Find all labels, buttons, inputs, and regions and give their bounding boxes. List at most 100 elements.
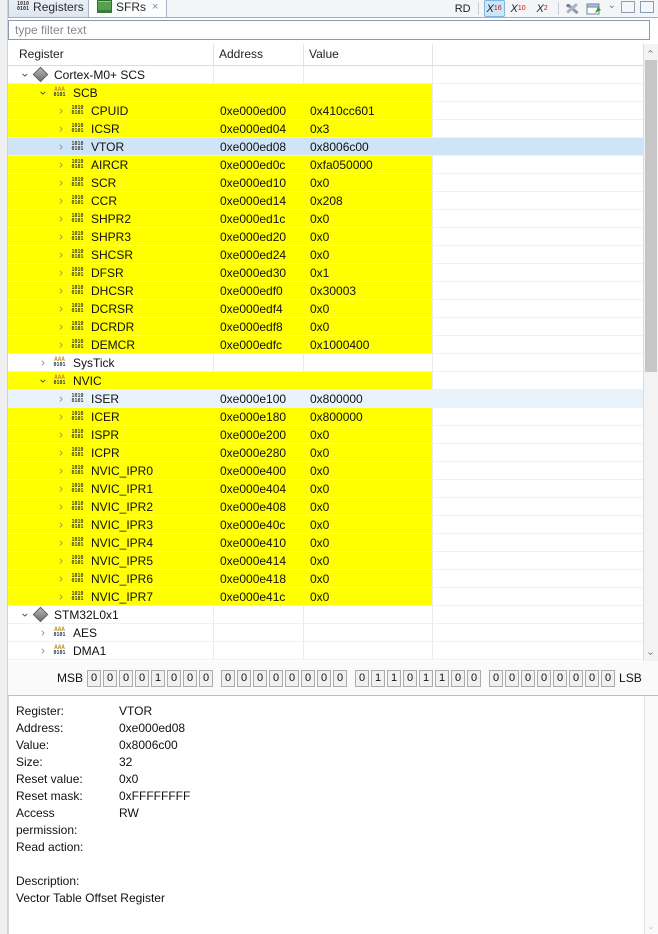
- bit-toggle[interactable]: 0: [317, 669, 332, 687]
- bit-toggle[interactable]: 0: [135, 669, 150, 687]
- table-row[interactable]: › 1010 0101 NVIC_IPR5 0xe000e414 0x0: [8, 552, 658, 570]
- bit-toggle[interactable]: 0: [87, 669, 102, 687]
- chevron-collapsed-icon[interactable]: ›: [53, 122, 68, 135]
- chevron-collapsed-icon[interactable]: ›: [53, 428, 68, 441]
- column-header-register[interactable]: Register: [19, 47, 64, 61]
- chevron-collapsed-icon[interactable]: ›: [53, 410, 68, 423]
- bit-toggle[interactable]: 0: [167, 669, 182, 687]
- chevron-collapsed-icon[interactable]: ›: [53, 194, 68, 207]
- table-row[interactable]: › 1010 0101 SHPR3 0xe000ed20 0x0: [8, 228, 658, 246]
- chevron-collapsed-icon[interactable]: ›: [53, 158, 68, 171]
- column-divider[interactable]: [213, 44, 214, 65]
- chevron-collapsed-icon[interactable]: ›: [35, 644, 50, 657]
- table-row[interactable]: › AAA 0101 SCB: [8, 84, 658, 102]
- chevron-collapsed-icon[interactable]: ›: [53, 392, 68, 405]
- chevron-collapsed-icon[interactable]: ›: [53, 518, 68, 531]
- bit-toggle[interactable]: 0: [521, 669, 536, 687]
- left-sash[interactable]: [0, 0, 8, 934]
- table-row[interactable]: › 1010 0101 DCRDR 0xe000edf8 0x0: [8, 318, 658, 336]
- column-divider[interactable]: [303, 44, 304, 65]
- bit-toggle[interactable]: 0: [403, 669, 418, 687]
- table-row[interactable]: › 1010 0101 NVIC_IPR0 0xe000e400 0x0: [8, 462, 658, 480]
- chevron-collapsed-icon[interactable]: ›: [53, 212, 68, 225]
- chevron-collapsed-icon[interactable]: ›: [53, 554, 68, 567]
- table-row[interactable]: › 1010 0101 DHCSR 0xe000edf0 0x30003: [8, 282, 658, 300]
- chevron-collapsed-icon[interactable]: ›: [53, 176, 68, 189]
- table-row[interactable]: › 1010 0101 DEMCR 0xe000edfc 0x1000400: [8, 336, 658, 354]
- tab-sfrs[interactable]: SFRs ×: [88, 0, 168, 17]
- table-row[interactable]: › AAA 0101 DMA1: [8, 642, 658, 660]
- table-row[interactable]: › 1010 0101 NVIC_IPR6 0xe000e418 0x0: [8, 570, 658, 588]
- bit-toggle[interactable]: 1: [419, 669, 434, 687]
- table-row[interactable]: › 1010 0101 ICPR 0xe000e280 0x0: [8, 444, 658, 462]
- bit-toggle[interactable]: 0: [285, 669, 300, 687]
- chevron-collapsed-icon[interactable]: ›: [53, 302, 68, 315]
- bit-toggle[interactable]: 0: [237, 669, 252, 687]
- chevron-expanded-icon[interactable]: ›: [36, 85, 49, 100]
- chevron-expanded-icon[interactable]: ›: [18, 607, 31, 622]
- bit-toggle[interactable]: 0: [585, 669, 600, 687]
- export-icon[interactable]: [586, 1, 603, 16]
- column-divider[interactable]: [432, 44, 433, 65]
- table-row[interactable]: › 1010 0101 ISPR 0xe000e200 0x0: [8, 426, 658, 444]
- details-scrollbar[interactable]: ›: [644, 696, 658, 934]
- chevron-collapsed-icon[interactable]: ›: [53, 500, 68, 513]
- table-row[interactable]: › 1010 0101 NVIC_IPR4 0xe000e410 0x0: [8, 534, 658, 552]
- table-row[interactable]: › 1010 0101 ICSR 0xe000ed04 0x3: [8, 120, 658, 138]
- table-row[interactable]: › Cortex-M0+ SCS: [8, 66, 658, 84]
- bit-toggle[interactable]: 0: [333, 669, 348, 687]
- table-row[interactable]: › 1010 0101 SCR 0xe000ed10 0x0: [8, 174, 658, 192]
- table-row[interactable]: › 1010 0101 NVIC_IPR3 0xe000e40c 0x0: [8, 516, 658, 534]
- column-header-value[interactable]: Value: [309, 47, 339, 61]
- table-row[interactable]: › 1010 0101 SHCSR 0xe000ed24 0x0: [8, 246, 658, 264]
- table-row[interactable]: › AAA 0101 SysTick: [8, 354, 658, 372]
- chevron-collapsed-icon[interactable]: ›: [53, 284, 68, 297]
- chevron-collapsed-icon[interactable]: ›: [53, 140, 68, 153]
- bit-toggle[interactable]: 0: [269, 669, 284, 687]
- column-header-address[interactable]: Address: [219, 47, 263, 61]
- bit-toggle[interactable]: 1: [371, 669, 386, 687]
- bit-toggle[interactable]: 0: [601, 669, 616, 687]
- bit-toggle[interactable]: 0: [467, 669, 482, 687]
- chevron-collapsed-icon[interactable]: ›: [53, 536, 68, 549]
- table-row[interactable]: › 1010 0101 NVIC_IPR1 0xe000e404 0x0: [8, 480, 658, 498]
- bit-toggle[interactable]: 1: [435, 669, 450, 687]
- chevron-collapsed-icon[interactable]: ›: [53, 104, 68, 117]
- maximize-icon[interactable]: [640, 0, 654, 13]
- scroll-up-icon[interactable]: ›: [644, 44, 658, 59]
- chevron-collapsed-icon[interactable]: ›: [53, 464, 68, 477]
- chevron-expanded-icon[interactable]: ›: [18, 67, 31, 82]
- chevron-collapsed-icon[interactable]: ›: [53, 230, 68, 243]
- filter-input[interactable]: [8, 20, 650, 40]
- table-row[interactable]: › STM32L0x1: [8, 606, 658, 624]
- table-row[interactable]: › 1010 0101 NVIC_IPR2 0xe000e408 0x0: [8, 498, 658, 516]
- table-row[interactable]: › 1010 0101 CPUID 0xe000ed00 0x410cc601: [8, 102, 658, 120]
- bit-toggle[interactable]: 0: [199, 669, 214, 687]
- table-row[interactable]: › 1010 0101 ICER 0xe000e180 0x800000: [8, 408, 658, 426]
- table-row[interactable]: › 1010 0101 CCR 0xe000ed14 0x208: [8, 192, 658, 210]
- radix-16-button[interactable]: X 16: [483, 0, 505, 17]
- bit-toggle[interactable]: 0: [253, 669, 268, 687]
- close-icon[interactable]: ×: [152, 1, 158, 13]
- table-row[interactable]: › 1010 0101 AIRCR 0xe000ed0c 0xfa050000: [8, 156, 658, 174]
- table-row[interactable]: › 1010 0101 NVIC_IPR7 0xe000e41c 0x0: [8, 588, 658, 606]
- scrollbar-thumb[interactable]: [645, 60, 657, 372]
- bit-toggle[interactable]: 0: [301, 669, 316, 687]
- bit-toggle[interactable]: 0: [553, 669, 568, 687]
- table-row[interactable]: › 1010 0101 DFSR 0xe000ed30 0x1: [8, 264, 658, 282]
- table-row[interactable]: › 1010 0101 SHPR2 0xe000ed1c 0x0: [8, 210, 658, 228]
- chevron-collapsed-icon[interactable]: ›: [53, 590, 68, 603]
- table-row[interactable]: › 1010 0101 ISER 0xe000e100 0x800000: [8, 390, 658, 408]
- bit-toggle[interactable]: 0: [537, 669, 552, 687]
- bit-toggle[interactable]: 0: [103, 669, 118, 687]
- table-row[interactable]: › 1010 0101 DCRSR 0xe000edf4 0x0: [8, 300, 658, 318]
- chevron-collapsed-icon[interactable]: ›: [53, 482, 68, 495]
- chevron-collapsed-icon[interactable]: ›: [53, 266, 68, 279]
- view-menu-icon[interactable]: ⌄: [608, 0, 616, 11]
- bit-toggle[interactable]: 0: [569, 669, 584, 687]
- chevron-collapsed-icon[interactable]: ›: [53, 338, 68, 351]
- chevron-expanded-icon[interactable]: ›: [36, 373, 49, 388]
- bit-toggle[interactable]: 0: [505, 669, 520, 687]
- bit-toggle[interactable]: 0: [355, 669, 370, 687]
- scroll-down-icon[interactable]: ›: [645, 923, 658, 933]
